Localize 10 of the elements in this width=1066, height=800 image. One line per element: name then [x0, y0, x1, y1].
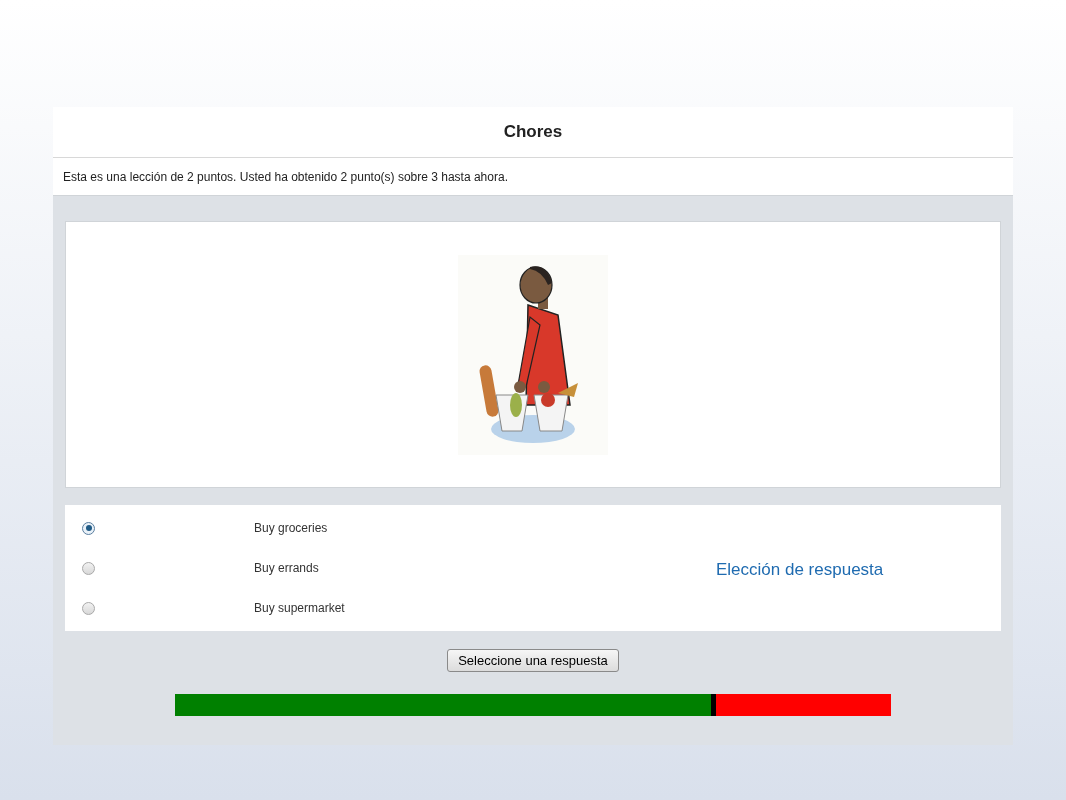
answer-label: Buy groceries	[254, 520, 328, 537]
lesson-title: Chores	[503, 121, 563, 144]
answer-label: Buy errands	[254, 560, 319, 577]
submit-button[interactable]: Seleccione una respuesta	[447, 649, 619, 672]
score-info: Esta es una lección de 2 puntos. Usted ha obtenido 2 punto(s) sobre 3 hasta ahora.	[63, 168, 508, 186]
annotation-caption: Elección de respuesta	[716, 559, 884, 581]
answer-label: Buy supermarket	[254, 600, 345, 617]
radio-button[interactable]	[82, 561, 95, 575]
radio-button[interactable]	[82, 601, 95, 615]
radio-button[interactable]	[82, 521, 95, 535]
